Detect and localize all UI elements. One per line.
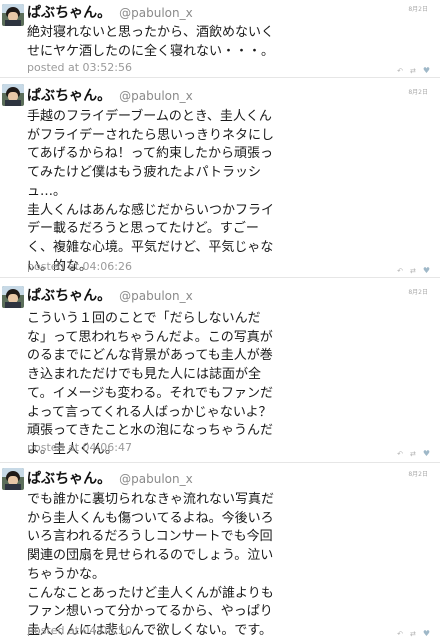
tweet-header: ぱぶちゃん。 @pabulon_x <box>27 468 193 488</box>
user-handle[interactable]: @pabulon_x <box>119 6 193 20</box>
reply-icon[interactable]: ↶ <box>397 267 403 275</box>
avatar[interactable] <box>2 286 24 308</box>
avatar[interactable] <box>2 84 24 106</box>
reply-icon[interactable]: ↶ <box>397 67 403 75</box>
heart-icon[interactable]: ♥ <box>423 630 430 638</box>
tweet-3: ぱぶちゃん。 @pabulon_x 8月2日 こういう１回のことで「だらしないん… <box>0 278 440 463</box>
tweet-text-line: こういう１回のことで「だらしないんだ <box>27 311 261 326</box>
avatar[interactable] <box>2 4 24 26</box>
tweet-2: ぱぶちゃん。 @pabulon_x 8月2日 手越のフライデーブームのとき、圭人… <box>0 78 440 278</box>
tweet-text-line: く、複雑な心境。平気だけど、平気じゃな <box>27 239 274 255</box>
tweet-header: ぱぶちゃん。 @pabulon_x <box>27 85 193 105</box>
tweet-text-line: のるまでにどんな背景があっても圭人が巻 <box>27 348 273 364</box>
tweet-text-line: ュ…。 <box>27 183 67 199</box>
tweet-header: ぱぶちゃん。 @pabulon_x <box>27 285 193 305</box>
user-name[interactable]: ぱぶちゃん。 <box>27 285 111 305</box>
tweet-date: 8月2日 <box>408 471 428 478</box>
heart-icon[interactable]: ♥ <box>423 267 430 275</box>
tweet-4: ぱぶちゃん。 @pabulon_x 8月2日 でも誰かに裏切られなきゃ流れない写… <box>0 463 440 640</box>
retweet-icon[interactable]: ⇄ <box>410 267 416 275</box>
tweet-text-line: 関連の団扇を見せられるのでしょう。泣い <box>27 548 274 564</box>
tweet-text-line: から圭人くんも傷ついてるよね。今後いろ <box>27 510 274 526</box>
user-name[interactable]: ぱぶちゃん。 <box>27 85 111 105</box>
tweet-text-line: いろ言われるだろうしコンサートでも今回 <box>27 529 273 545</box>
tweet-1: ぱぶちゃん。 @pabulon_x 8月2日 絶対寝れないと思ったから、酒飲めな… <box>0 0 440 78</box>
tweet-actions: ↶ ⇄ ♥ <box>397 450 430 459</box>
posted-time[interactable]: posted at 04:06:47 <box>27 441 132 454</box>
tweet-text-line: な」って思われちゃうんだよ。この写真が <box>27 329 273 345</box>
user-handle[interactable]: @pabulon_x <box>119 472 193 486</box>
tweet-date: 8月2日 <box>408 89 428 96</box>
tweet-text-line: き込まれただけでも見た人には誌面が全 <box>27 367 262 383</box>
user-handle[interactable]: @pabulon_x <box>119 89 193 103</box>
tweet-text: 絶対寝れないと思ったから、酒飲めないく せにヤケ酒したのに全く寝れない・・・。 <box>27 24 427 61</box>
tweet-text: こういう１回のことで「だらしないんだ な」って思われちゃうんだよ。この写真が の… <box>27 310 427 460</box>
tweet-text-line: デー載るだろうと思ってたけど。すごー <box>27 221 259 237</box>
tweet-date: 8月2日 <box>408 6 428 13</box>
posted-time[interactable]: posted at 04:06:26 <box>27 260 132 273</box>
tweet-actions: ↶ ⇄ ♥ <box>397 67 430 76</box>
tweet-actions: ↶ ⇄ ♥ <box>397 630 430 639</box>
posted-time[interactable]: posted at 03:52:56 <box>27 61 132 74</box>
tweet-text-line: せにヤケ酒したのに全く寝れない・・・。 <box>27 43 275 59</box>
user-name[interactable]: ぱぶちゃん。 <box>27 468 111 488</box>
tweet-text-line: てあげるからね！って約束したから頑張っ <box>27 146 273 162</box>
tweet-text-line: てみたけど僕はもう疲れたよパトラッシ <box>27 165 262 181</box>
tweet-text-line: でも誰かに裏切られなきゃ流れない写真だ <box>27 492 275 507</box>
tweet-text: でも誰かに裏切られなきゃ流れない写真だ から圭人くんも傷ついてるよね。今後いろ … <box>27 491 427 641</box>
tweet-text-line: 手越のフライデーブームのとき、圭人くん <box>27 109 272 124</box>
retweet-icon[interactable]: ⇄ <box>410 67 416 75</box>
tweet-text-line: よって言ってくれる人ばっかじゃないよ？ <box>27 404 272 420</box>
reply-icon[interactable]: ↶ <box>397 450 403 458</box>
tweet-text-line: 頑張ってきたこと水の泡になっちゃうんだ <box>27 423 273 439</box>
tweet-text-line: 絶対寝れないと思ったから、酒飲めないく <box>27 25 275 40</box>
tweet-actions: ↶ ⇄ ♥ <box>397 267 430 276</box>
tweet-text-line: ちゃうかな。 <box>27 566 106 582</box>
tweet-text-line: ファン想いって分かってるから、やっぱり <box>27 604 273 620</box>
tweet-text: 手越のフライデーブームのとき、圭人くん がフライデーされたら思いっきりネタにし … <box>27 108 427 276</box>
avatar[interactable] <box>2 468 24 490</box>
heart-icon[interactable]: ♥ <box>423 450 430 458</box>
tweet-header: ぱぶちゃん。 @pabulon_x <box>27 2 193 22</box>
posted-time[interactable]: posted at 04:08:50 <box>27 624 132 637</box>
tweet-text-line: 圭人くんはあんな感じだからいつかフライ <box>27 202 275 218</box>
tweet-text-line: こんなことあったけど圭人くんが誰よりも <box>27 585 274 601</box>
reply-icon[interactable]: ↶ <box>397 630 403 638</box>
tweet-text-line: がフライデーされたら思いっきりネタにし <box>27 127 275 143</box>
user-handle[interactable]: @pabulon_x <box>119 289 193 303</box>
retweet-icon[interactable]: ⇄ <box>410 450 416 458</box>
heart-icon[interactable]: ♥ <box>423 67 430 75</box>
tweet-text-line: て。イメージも変わる。それでもファンだ <box>27 385 273 401</box>
tweet-date: 8月2日 <box>408 289 428 296</box>
retweet-icon[interactable]: ⇄ <box>410 630 416 638</box>
user-name[interactable]: ぱぶちゃん。 <box>27 2 111 22</box>
